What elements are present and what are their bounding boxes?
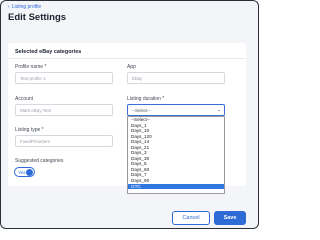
- back-link[interactable]: ‹ Listing profile: [8, 4, 41, 10]
- page-title: Edit Settings: [8, 12, 67, 23]
- listing-type-label: Listing type *: [15, 127, 44, 133]
- listing-type-input[interactable]: FixedPriceItem: [15, 135, 113, 147]
- toggle-label: Yes: [18, 169, 26, 175]
- dropdown-option-selected[interactable]: GTC: [128, 183, 224, 190]
- chevron-down-icon: ⌄: [217, 107, 221, 112]
- toggle-knob: [26, 169, 33, 176]
- chevron-left-icon: ‹: [8, 3, 10, 10]
- listing-duration-select[interactable]: --Select-- ⌄: [127, 104, 225, 116]
- cancel-button[interactable]: Cancel: [172, 211, 210, 225]
- suggested-categories-toggle[interactable]: Yes: [14, 167, 35, 177]
- account-label: Account: [15, 96, 34, 102]
- back-link-label: Listing profile: [11, 4, 42, 10]
- listing-duration-label: Listing duration *: [127, 96, 165, 102]
- section-title: Selected eBay categories: [15, 49, 82, 55]
- save-button[interactable]: Save: [214, 211, 246, 225]
- profile-name-input[interactable]: Test profile 1: [15, 72, 113, 84]
- app-input[interactable]: Ebay: [127, 72, 225, 84]
- listing-duration-dropdown: --Select-- Days_1 Days_10 Days_120 Days_…: [127, 116, 225, 194]
- account-input[interactable]: Mark eBay Test: [15, 104, 113, 116]
- suggested-categories-label: Suggested categories: [15, 158, 64, 164]
- listing-duration-value: --Select--: [132, 107, 151, 113]
- app-label: App: [127, 64, 136, 70]
- app-window: ‹ Listing profile Edit Settings Selected…: [0, 0, 259, 229]
- profile-name-label: Profile name *: [15, 64, 47, 70]
- divider: [8, 58, 246, 59]
